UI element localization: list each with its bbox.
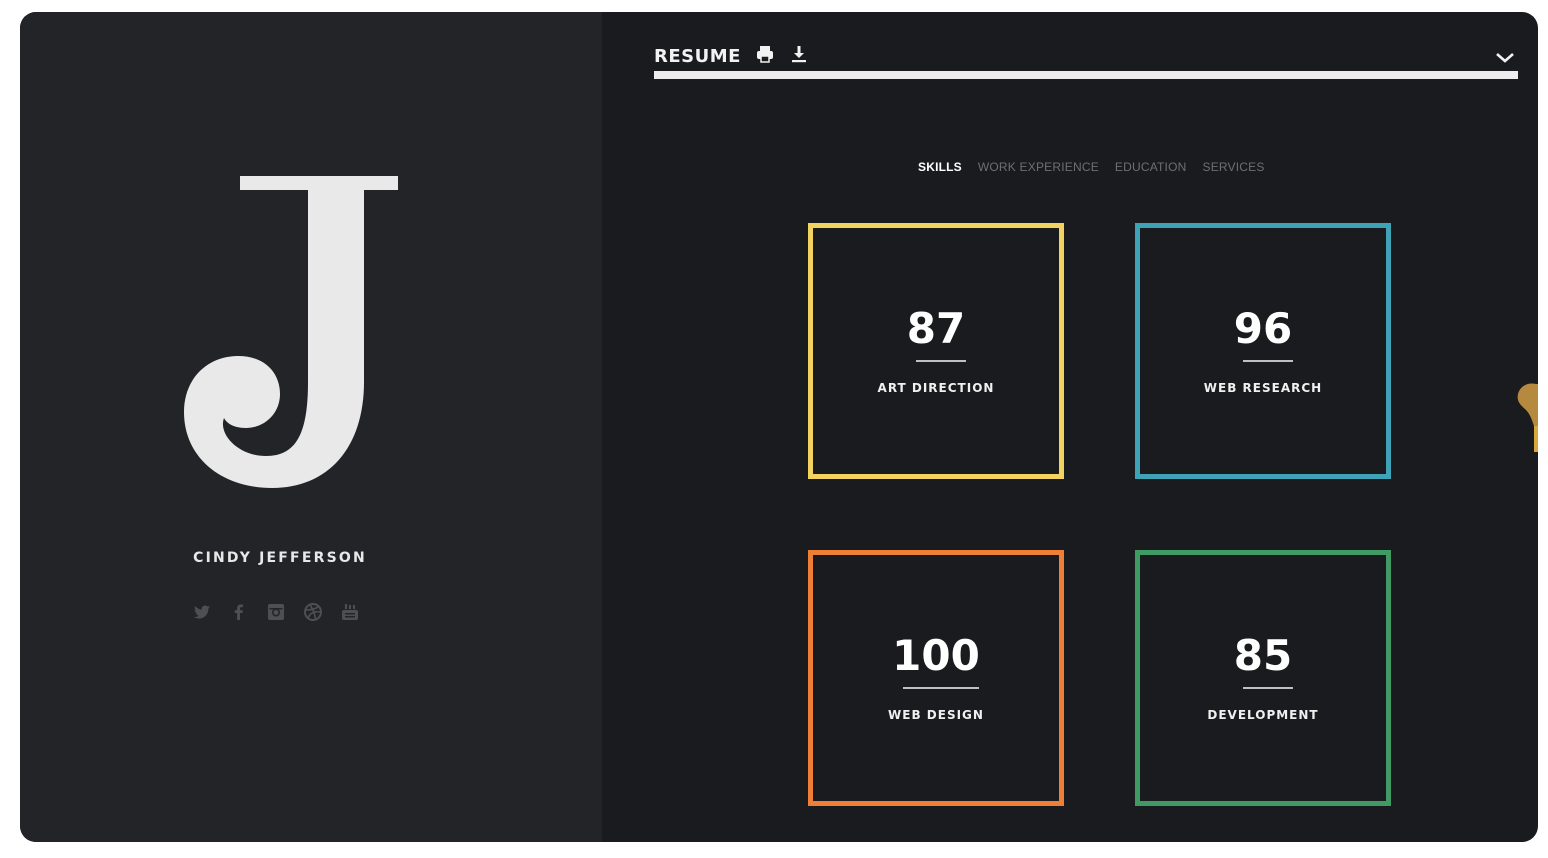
skill-card-development: 85 DEVELOPMENT bbox=[1135, 550, 1391, 806]
facebook-icon[interactable] bbox=[229, 602, 249, 622]
skill-label: ART DIRECTION bbox=[877, 381, 995, 395]
tab-education[interactable]: EDUCATION bbox=[1115, 160, 1187, 174]
download-icon[interactable] bbox=[789, 44, 809, 68]
profile-name: CINDY JEFFERSON bbox=[193, 550, 367, 566]
twitter-icon[interactable] bbox=[192, 602, 212, 622]
skill-divider bbox=[903, 687, 979, 689]
skill-value: 96 bbox=[1233, 304, 1293, 353]
resume-tabs: SKILLS WORK EXPERIENCE EDUCATION SERVICE… bbox=[918, 160, 1265, 174]
resume-title: RESUME bbox=[654, 45, 741, 67]
skill-card-web-design: 100 WEB DESIGN bbox=[808, 550, 1064, 806]
tab-skills[interactable]: SKILLS bbox=[918, 160, 962, 174]
skill-divider bbox=[1243, 687, 1293, 689]
skill-value: 85 bbox=[1233, 631, 1293, 680]
skill-value: 87 bbox=[906, 304, 966, 353]
print-icon[interactable] bbox=[755, 44, 775, 68]
youtube-icon[interactable] bbox=[340, 602, 360, 622]
social-links bbox=[192, 602, 360, 622]
skill-card-art-direction: 87 ART DIRECTION bbox=[808, 223, 1064, 479]
decorative-figure bbox=[1517, 383, 1538, 452]
monogram-logo bbox=[184, 176, 398, 488]
resume-panel: RESUME SKILLS WORK EXPERIENCE EDUCATION … bbox=[602, 12, 1538, 842]
instagram-icon[interactable] bbox=[266, 602, 286, 622]
skill-label: WEB RESEARCH bbox=[1203, 381, 1323, 395]
skill-label: WEB DESIGN bbox=[888, 708, 984, 722]
profile-panel: CINDY JEFFERSON bbox=[20, 12, 602, 842]
chevron-down-icon[interactable] bbox=[1494, 48, 1516, 70]
tab-services[interactable]: SERVICES bbox=[1203, 160, 1265, 174]
skill-value: 100 bbox=[892, 631, 980, 680]
dribbble-icon[interactable] bbox=[303, 602, 323, 622]
skill-divider bbox=[1243, 360, 1293, 362]
header-underline bbox=[654, 71, 1518, 79]
skill-divider bbox=[916, 360, 966, 362]
page-frame: CINDY JEFFERSON RESUME SKILLS WORK EXPER… bbox=[20, 12, 1538, 842]
skill-label: DEVELOPMENT bbox=[1207, 708, 1319, 722]
resume-header: RESUME bbox=[654, 44, 809, 68]
skill-card-web-research: 96 WEB RESEARCH bbox=[1135, 223, 1391, 479]
tab-work-experience[interactable]: WORK EXPERIENCE bbox=[978, 160, 1099, 174]
